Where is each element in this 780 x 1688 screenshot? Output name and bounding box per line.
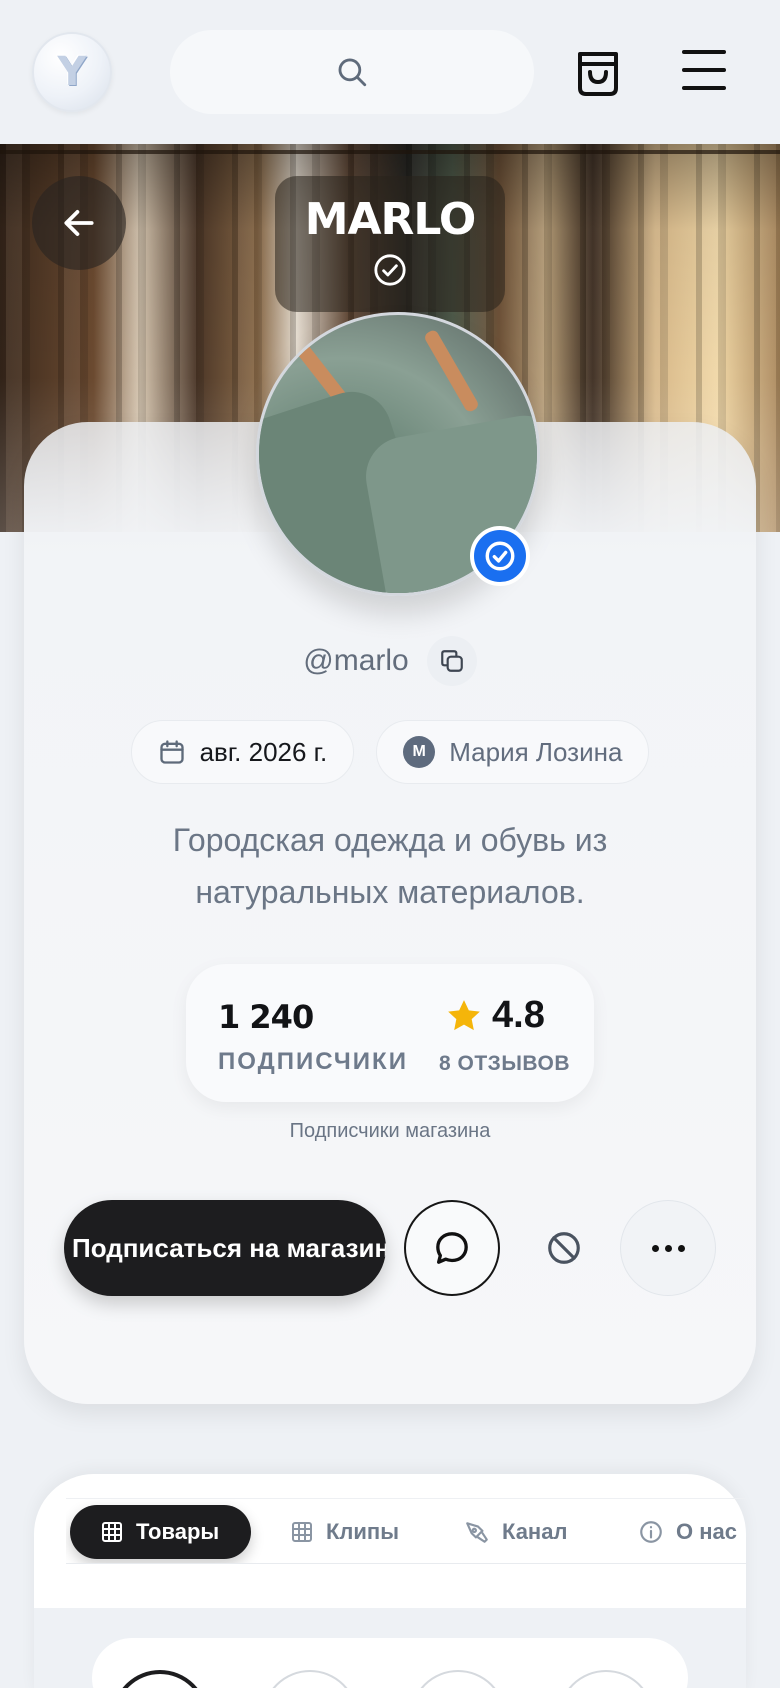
action-row: Подписаться на магазин [0,1198,780,1298]
menu-button[interactable] [682,50,726,90]
tab-channel[interactable]: Канал [464,1505,567,1559]
stats-card: 1 240 ПОДПИСЧИКИ 4.8 8 ОТЗЫВОВ [186,964,594,1102]
tab-about[interactable]: О нас [638,1505,737,1559]
owner-name: Мария Лозина [449,736,623,767]
cart-button[interactable] [574,44,622,98]
followers-label: ПОДПИСЧИКИ [218,1048,408,1075]
chat-bubble-icon [436,1232,468,1264]
owner-avatar: M [403,736,436,768]
store-title: MARLO [304,194,477,245]
joined-date-chip: авг. 2026 г. [130,720,355,784]
calendar-icon [159,740,184,764]
copy-icon [440,650,463,672]
clothes-rail [0,150,780,154]
search-icon [338,58,367,87]
message-button[interactable] [404,1200,500,1296]
hamburger-line [682,68,726,72]
copy-handle-button[interactable] [426,636,477,686]
check-circle-icon [374,254,406,286]
tab-label: О нас [676,1519,737,1544]
more-button[interactable] [620,1200,716,1296]
shopping-bag-icon [578,52,618,96]
subscribe-button[interactable]: Подписаться на магазин [64,1200,386,1296]
store-bio: Городская одежда и обувь из натуральных … [172,822,608,910]
search-bar[interactable] [170,30,534,114]
rating-value: 4.8 [492,994,545,1036]
arrow-left-icon [64,210,94,236]
tab-products[interactable]: Товары [70,1505,252,1559]
hanger-shape [422,328,481,414]
block-icon [548,1232,580,1264]
tab-label: Товары [136,1519,220,1544]
meta-row: авг. 2026 г. M Мария Лозина [0,720,780,784]
grid-icon [102,1522,122,1542]
tab-label: Клипы [326,1519,400,1544]
grid-icon [292,1522,312,1542]
verified-badge [470,526,530,586]
hamburger-menu-icon [682,50,726,54]
top-bar: Y [0,0,780,144]
handle-row: @marlo [0,636,780,686]
tab-bar: Товары Клипы Канал О нас [66,1498,746,1564]
logo-letter: Y [57,49,87,95]
verified-check-icon [485,541,515,571]
owner-chip[interactable]: M Мария Лозина [376,720,650,784]
reviews-count[interactable]: 8 ОТЗЫВОВ [439,1052,570,1076]
block-button[interactable] [536,1220,592,1276]
joined-date: авг. 2026 г. [199,736,328,767]
tab-label: Канал [502,1519,568,1544]
hamburger-line [682,86,726,90]
tab-clips[interactable]: Клипы [290,1505,399,1559]
followers-count: 1 240 [218,998,314,1036]
pen-nib-icon [466,1522,488,1543]
back-button[interactable] [32,176,126,270]
more-dot [677,1244,685,1252]
stats-caption: Подписчики магазина [289,1120,491,1142]
store-handle: @marlo [303,644,409,677]
more-dots-icon [651,1244,659,1252]
more-dot [664,1244,672,1252]
info-icon [640,1521,662,1543]
app-logo[interactable]: Y [32,32,112,112]
star-icon [448,1000,480,1031]
store-title-chip: MARLO [275,176,505,312]
